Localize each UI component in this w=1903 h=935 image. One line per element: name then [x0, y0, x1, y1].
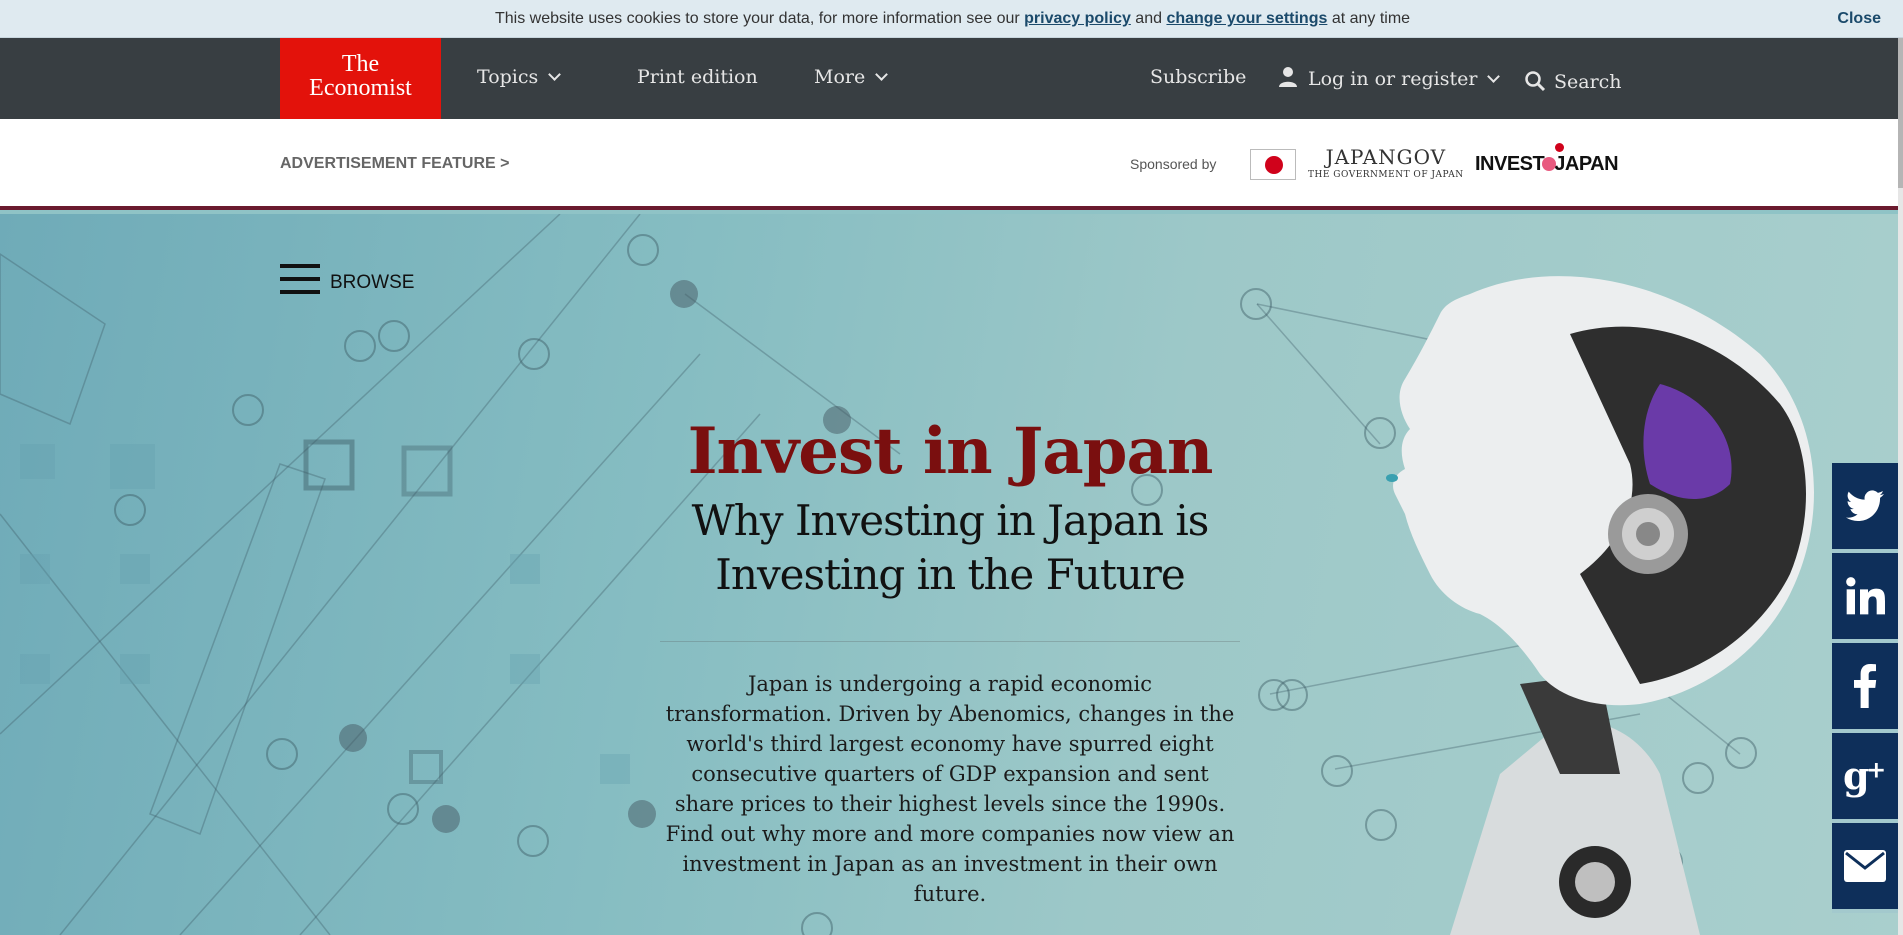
japangov-logo[interactable]: JAPANGOV THE GOVERNMENT OF JAPAN	[1308, 145, 1464, 180]
chevron-down-icon	[548, 68, 562, 81]
user-icon	[1279, 67, 1297, 87]
cookie-text-middle: and	[1130, 10, 1167, 27]
search-icon	[1525, 71, 1546, 92]
nav-topics-label: Topics	[477, 66, 539, 88]
nav-subscribe[interactable]: Subscribe	[1150, 66, 1246, 88]
cookie-bar: This website uses cookies to store your …	[0, 0, 1903, 38]
invest-japan-logo[interactable]: INVEST JAPAN	[1475, 143, 1619, 176]
scrollbar-thumb[interactable]	[1898, 38, 1903, 188]
sponsored-by-label: Sponsored by	[1130, 156, 1217, 172]
hero-section: BROWSE Invest in Japan Why Investing in …	[0, 214, 1903, 935]
japangov-title: JAPANGOV	[1325, 145, 1447, 169]
logo-line-1: The	[341, 51, 380, 77]
cookie-message: This website uses cookies to store your …	[495, 10, 1410, 28]
hero-divider	[660, 641, 1240, 642]
logo-line-2: Economist	[309, 75, 412, 101]
red-sun-icon	[1555, 143, 1564, 152]
browse-menu-button[interactable]: BROWSE	[280, 256, 414, 294]
facebook-icon	[1854, 664, 1877, 708]
svg-text:+: +	[1866, 755, 1886, 783]
nav-print-edition[interactable]: Print edition	[637, 66, 758, 88]
twitter-share-button[interactable]	[1832, 463, 1898, 553]
japangov-subtitle: THE GOVERNMENT OF JAPAN	[1308, 170, 1464, 180]
twitter-icon	[1846, 490, 1884, 522]
chevron-down-icon	[1487, 70, 1501, 83]
linkedin-share-button[interactable]	[1832, 553, 1898, 643]
google-plus-icon: g+	[1843, 754, 1886, 798]
hero-body-text: Japan is undergoing a rapid economic tra…	[665, 672, 1235, 906]
linkedin-icon	[1846, 577, 1885, 615]
cookie-text-after: at any time	[1327, 10, 1411, 27]
chevron-down-icon	[875, 68, 889, 81]
facebook-share-button[interactable]	[1832, 643, 1898, 733]
japan-flag-icon	[1250, 149, 1296, 180]
change-settings-link[interactable]: change your settings	[1166, 10, 1327, 27]
privacy-policy-link[interactable]: privacy policy	[1024, 10, 1131, 27]
economist-logo[interactable]: The Economist	[280, 38, 441, 119]
advertisement-bar: ADVERTISEMENT FEATURE > Sponsored by JAP…	[0, 119, 1903, 210]
robot-head-illustration	[1386, 276, 1814, 935]
hero-subtitle: Why Investing in Japan is Investing in t…	[560, 494, 1340, 602]
invest-japan-right: JAPAN	[1554, 153, 1619, 175]
nav-topics[interactable]: Topics	[477, 66, 562, 88]
main-navigation: The Economist Topics Print edition More …	[0, 38, 1903, 119]
cookie-close-button[interactable]: Close	[1837, 10, 1881, 28]
email-share-button[interactable]	[1832, 823, 1898, 913]
social-share-bar: g +	[1832, 463, 1898, 913]
cookie-text-before: This website uses cookies to store your …	[495, 10, 1025, 27]
hero-title: Invest in Japan	[687, 414, 1214, 489]
nav-search-label: Search	[1554, 71, 1622, 93]
nav-more-label: More	[814, 66, 866, 88]
nav-more[interactable]: More	[814, 66, 889, 88]
nav-search[interactable]: Search	[1524, 66, 1622, 93]
page-scrollbar[interactable]	[1898, 38, 1903, 935]
hero-subtitle-line-2: Investing in the Future	[715, 550, 1185, 599]
email-icon	[1844, 850, 1886, 882]
nav-login-label: Log in or register	[1308, 68, 1478, 90]
nav-login[interactable]: Log in or register	[1278, 63, 1501, 90]
google-plus-share-button[interactable]: g +	[1832, 733, 1898, 823]
invest-japan-left: INVEST	[1475, 153, 1545, 175]
hamburger-menu-icon	[280, 264, 320, 296]
browse-label: BROWSE	[330, 272, 415, 293]
hero-subtitle-line-1: Why Investing in Japan is	[691, 496, 1210, 545]
advertisement-feature-link[interactable]: ADVERTISEMENT FEATURE >	[280, 155, 510, 173]
